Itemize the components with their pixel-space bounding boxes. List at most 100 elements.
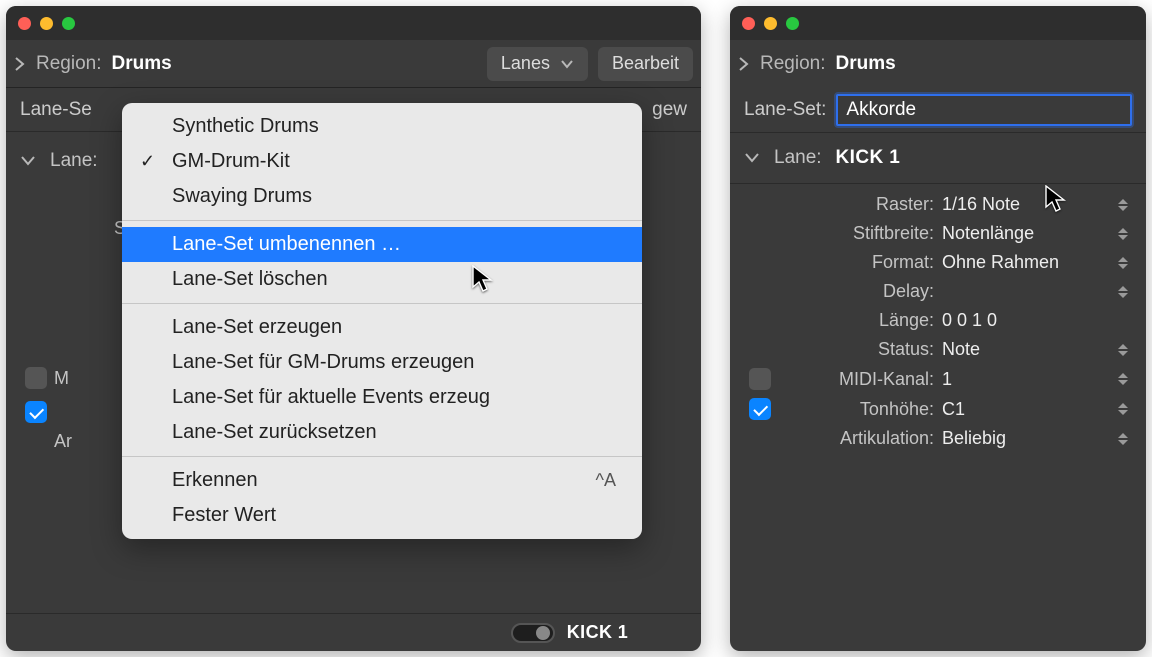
lanes-dropdown[interactable]: Lanes bbox=[487, 47, 588, 81]
menu-item-label: Fester Wert bbox=[172, 504, 276, 527]
zoom-button[interactable] bbox=[786, 17, 799, 30]
menu-item-rename-lane-set[interactable]: Lane-Set umbenennen … bbox=[122, 227, 642, 262]
mute-checkbox[interactable] bbox=[25, 367, 47, 389]
lane-value: KICK 1 bbox=[836, 147, 901, 169]
menu-item-label: Lane-Set zurücksetzen bbox=[172, 421, 377, 444]
edit-dropdown[interactable]: Bearbeit bbox=[598, 47, 693, 81]
inspector-label: Format: bbox=[778, 252, 942, 273]
stepper[interactable] bbox=[1114, 257, 1132, 269]
lane-set-row: Lane-Set: bbox=[730, 88, 1146, 132]
inspector-row: Artikulation:Beliebig bbox=[730, 424, 1146, 453]
inspector-label: Raster: bbox=[778, 194, 942, 215]
menu-item[interactable]: Lane-Set für aktuelle Events erzeug bbox=[122, 380, 642, 415]
inspector-row: Raster:1/16 Note bbox=[730, 190, 1146, 219]
inspector-label: Stiftbreite: bbox=[778, 223, 942, 244]
menu-item-label: Lane-Set umbenennen … bbox=[172, 233, 401, 256]
stepper[interactable] bbox=[1114, 344, 1132, 356]
inspector-value[interactable]: Ohne Rahmen bbox=[942, 252, 1114, 273]
generic-checkbox[interactable] bbox=[25, 401, 47, 423]
mute-label: M bbox=[54, 368, 77, 389]
stepper[interactable] bbox=[1114, 433, 1132, 445]
inspector-value[interactable]: 1 bbox=[942, 369, 1114, 390]
menu-item-label: Lane-Set für GM-Drums erzeugen bbox=[172, 351, 474, 374]
menu-item[interactable]: Lane-Set erzeugen bbox=[122, 310, 642, 345]
stepper[interactable] bbox=[1114, 286, 1132, 298]
inspector-label: Tonhöhe: bbox=[778, 399, 942, 420]
close-button[interactable] bbox=[742, 17, 755, 30]
menu-item-label: Erkennen bbox=[172, 469, 258, 492]
menu-item-label: Lane-Set löschen bbox=[172, 268, 328, 291]
inspector-label: Artikulation: bbox=[778, 428, 942, 449]
menu-item-label: Swaying Drums bbox=[172, 185, 312, 208]
lane-set-label: Lane-Se bbox=[20, 99, 92, 121]
toolbar: Region: Drums bbox=[730, 40, 1146, 88]
chevron-right-icon bbox=[14, 56, 26, 72]
menu-item-detect[interactable]: Erkennen ^A bbox=[122, 463, 642, 498]
lanes-dropdown-label: Lanes bbox=[501, 53, 550, 74]
inspector-row: Tonhöhe:C1 bbox=[730, 394, 1146, 424]
chevron-down-icon bbox=[744, 152, 760, 164]
minimize-button[interactable] bbox=[764, 17, 777, 30]
menu-item-label: Lane-Set für aktuelle Events erzeug bbox=[172, 386, 490, 409]
chevron-down-icon bbox=[560, 59, 574, 69]
lane-label: Lane: bbox=[50, 150, 98, 172]
lane-toggle[interactable] bbox=[511, 623, 555, 643]
region-label: Region: bbox=[36, 53, 102, 75]
edit-dropdown-label: Bearbeit bbox=[612, 53, 679, 74]
stepper[interactable] bbox=[1114, 228, 1132, 240]
minimize-button[interactable] bbox=[40, 17, 53, 30]
inspector-value[interactable]: Beliebig bbox=[942, 428, 1114, 449]
check-icon: ✓ bbox=[140, 151, 155, 172]
stepper[interactable] bbox=[1114, 199, 1132, 211]
stepper[interactable] bbox=[1114, 403, 1132, 415]
titlebar bbox=[6, 6, 701, 40]
menu-item-shortcut: ^A bbox=[596, 470, 616, 491]
inspector-row: Delay: bbox=[730, 277, 1146, 306]
region-disclosure[interactable]: Region: Drums bbox=[738, 53, 896, 75]
chevron-right-icon bbox=[738, 56, 750, 72]
region-value: Drums bbox=[112, 53, 172, 75]
inspector-label: Delay: bbox=[778, 281, 942, 302]
menu-item[interactable]: Lane-Set zurücksetzen bbox=[122, 415, 642, 450]
inspector-row: Stiftbreite:Notenlänge bbox=[730, 219, 1146, 248]
menu-item-fixed-value[interactable]: Fester Wert bbox=[122, 498, 642, 533]
lane-set-extra-label: gew bbox=[652, 99, 687, 121]
inspector-checkbox[interactable] bbox=[749, 398, 771, 420]
inspector-value[interactable]: Note bbox=[942, 339, 1114, 360]
menu-item-delete-lane-set[interactable]: Lane-Set löschen bbox=[122, 262, 642, 297]
titlebar bbox=[730, 6, 1146, 40]
lane-strip: KICK 1 bbox=[6, 613, 701, 651]
inspector-value[interactable]: C1 bbox=[942, 399, 1114, 420]
menu-item[interactable]: Lane-Set für GM-Drums erzeugen bbox=[122, 345, 642, 380]
step-editor-window-right: Region: Drums Lane-Set: Lane: KICK 1 Ras… bbox=[730, 6, 1146, 651]
lane-disclosure-row[interactable]: Lane: KICK 1 bbox=[730, 132, 1146, 184]
menu-item[interactable]: ✓ GM-Drum-Kit bbox=[122, 144, 642, 179]
inspector-row: Format:Ohne Rahmen bbox=[730, 248, 1146, 277]
inspector-row: Status:Note bbox=[730, 335, 1146, 364]
region-value: Drums bbox=[836, 53, 896, 75]
lane-set-name-input[interactable] bbox=[836, 94, 1132, 126]
menu-separator bbox=[122, 220, 642, 221]
zoom-button[interactable] bbox=[62, 17, 75, 30]
inspector-row: MIDI-Kanal:1 bbox=[730, 364, 1146, 394]
inspector-label: Status: bbox=[778, 339, 942, 360]
inspector-value[interactable]: 1/16 Note bbox=[942, 194, 1114, 215]
menu-item-label: Lane-Set erzeugen bbox=[172, 316, 342, 339]
inspector-label: Länge: bbox=[778, 310, 942, 331]
menu-separator bbox=[122, 456, 642, 457]
lane-strip-name: KICK 1 bbox=[567, 622, 628, 643]
menu-item-label: GM-Drum-Kit bbox=[172, 150, 290, 173]
stepper[interactable] bbox=[1114, 373, 1132, 385]
region-label: Region: bbox=[760, 53, 826, 75]
menu-item-label: Synthetic Drums bbox=[172, 115, 319, 138]
lane-set-label: Lane-Set: bbox=[744, 99, 826, 121]
close-button[interactable] bbox=[18, 17, 31, 30]
inspector-value[interactable]: Notenlänge bbox=[942, 223, 1114, 244]
menu-item[interactable]: Swaying Drums bbox=[122, 179, 642, 214]
region-disclosure[interactable]: Region: Drums bbox=[14, 53, 172, 75]
menu-item[interactable]: Synthetic Drums bbox=[122, 109, 642, 144]
inspector-value[interactable]: 0 0 1 0 bbox=[942, 310, 1114, 331]
inspector-checkbox[interactable] bbox=[749, 368, 771, 390]
art-label: Ar bbox=[54, 431, 80, 452]
chevron-down-icon bbox=[20, 155, 36, 167]
